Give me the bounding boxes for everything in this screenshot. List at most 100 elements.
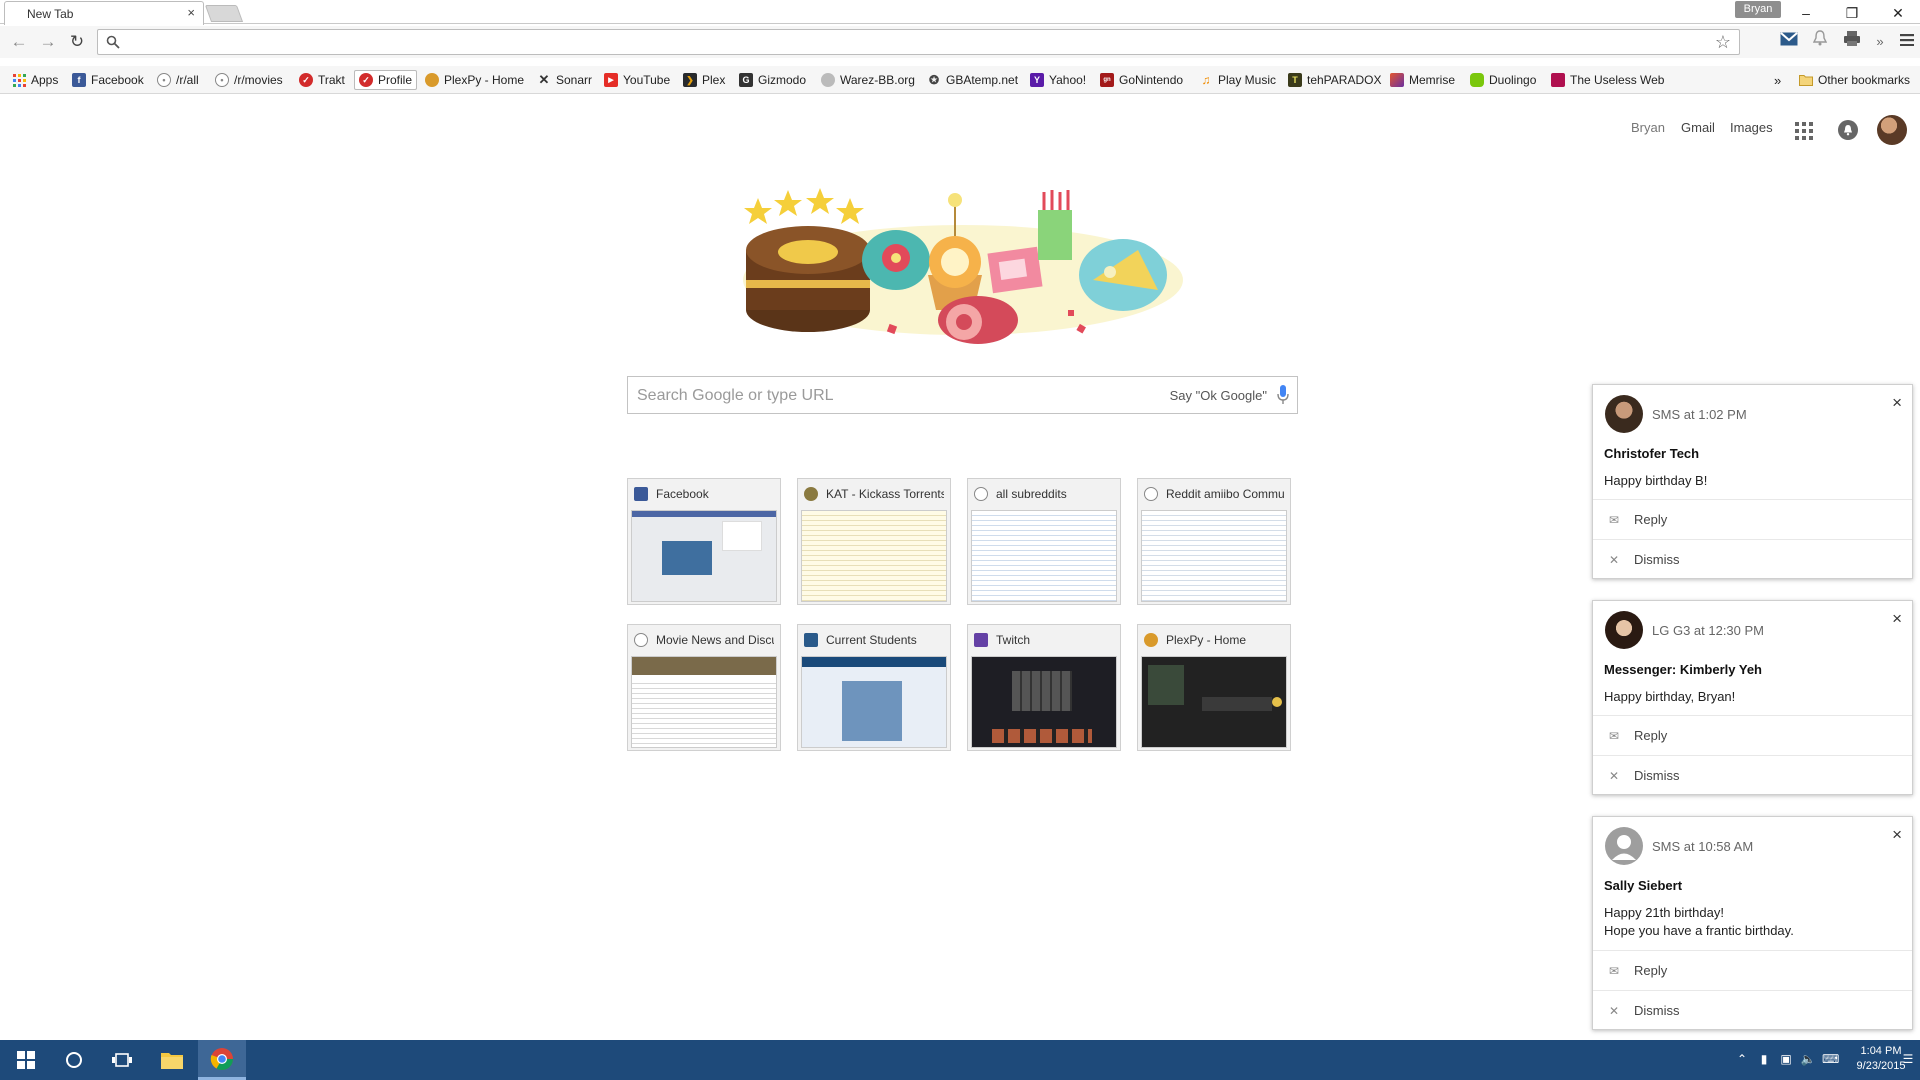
most-visited-tile-movie-news[interactable]: Movie News and Discussion	[627, 624, 781, 751]
close-icon[interactable]: ×	[1892, 609, 1902, 629]
tile-title: KAT - Kickass Torrents	[826, 487, 944, 501]
google-apps-icon[interactable]	[1795, 122, 1813, 140]
bookmark-r-movies[interactable]: • /r/movies	[215, 70, 283, 90]
notification-card: SMS at 10:58 AM × Sally Siebert Happy 21…	[1592, 816, 1913, 1030]
notification-bell-icon[interactable]	[1808, 30, 1832, 54]
new-tab-button[interactable]	[204, 5, 244, 22]
most-visited-tile-facebook[interactable]: Facebook	[627, 478, 781, 605]
trakt-icon: ✓	[359, 73, 373, 87]
tile-title: Current Students	[826, 633, 917, 647]
dismiss-button[interactable]: ✕ Dismiss	[1593, 990, 1912, 1030]
bookmark-duolingo[interactable]: Duolingo	[1470, 70, 1536, 90]
tile-thumbnail	[801, 510, 947, 602]
facebook-icon: f	[72, 73, 86, 87]
dismiss-icon: ✕	[1609, 553, 1620, 567]
bookmarks-overflow-button[interactable]: »	[1774, 70, 1781, 90]
notification-card: SMS at 1:02 PM × Christofer Tech Happy b…	[1592, 384, 1913, 579]
bookmark-play-music[interactable]: ♫ Play Music	[1199, 70, 1277, 90]
action-center-icon[interactable]: ☰	[1900, 1052, 1916, 1068]
close-icon[interactable]: ×	[1892, 393, 1902, 413]
bookmark-label: Warez-BB.org	[840, 73, 915, 87]
tile-title: Twitch	[996, 633, 1031, 647]
cortana-search-icon[interactable]	[50, 1040, 98, 1080]
reply-icon: ✉	[1609, 513, 1620, 527]
bookmark-apps[interactable]: Apps	[12, 70, 58, 90]
tab-close-icon[interactable]: ×	[187, 5, 195, 20]
close-window-icon[interactable]: ✕	[1880, 2, 1916, 24]
most-visited-tile-plexpy-home[interactable]: PlexPy - Home	[1137, 624, 1291, 751]
bookmark-tehparadox[interactable]: TtehPARADOX	[1288, 70, 1381, 90]
restore-icon[interactable]: ❐	[1834, 2, 1870, 24]
bookmark-label: Gizmodo	[758, 73, 807, 87]
extensions-overflow-icon[interactable]: »	[1868, 30, 1892, 54]
back-arrow-icon[interactable]: ←	[8, 31, 30, 53]
bookmark-plex[interactable]: ❯ Plex	[683, 70, 725, 90]
tile-thumbnail	[801, 656, 947, 748]
bookmark-youtube[interactable]: ▶ YouTube	[604, 70, 670, 90]
gmail-link[interactable]: Gmail	[1681, 120, 1715, 135]
most-visited-tile-all-subreddits[interactable]: all subreddits	[967, 478, 1121, 605]
images-link[interactable]: Images	[1730, 120, 1773, 135]
forward-arrow-icon[interactable]: →	[37, 31, 59, 53]
bookmark-star-icon[interactable]: ☆	[1715, 32, 1731, 53]
tab-new-tab[interactable]: New Tab ×	[4, 1, 204, 25]
most-visited-tile-twitch[interactable]: Twitch	[967, 624, 1121, 751]
volume-icon[interactable]: 🔈	[1800, 1052, 1816, 1068]
network-icon[interactable]: ▣	[1778, 1052, 1794, 1068]
bookmark-facebook[interactable]: f Facebook	[72, 70, 144, 90]
folder-icon	[1799, 73, 1813, 87]
tray-chevron-up-icon[interactable]: ⌃	[1734, 1052, 1750, 1068]
birthday-doodle[interactable]	[738, 180, 1184, 350]
notification-sender: Sally Siebert	[1604, 878, 1683, 893]
dismiss-button[interactable]: ✕ Dismiss	[1593, 755, 1912, 795]
bookmark-profile[interactable]: ✓ Profile	[354, 70, 418, 90]
bookmark-gbatemp[interactable]: ✪ GBAtemp.net	[927, 70, 1018, 90]
gmail-extension-icon[interactable]	[1777, 30, 1801, 54]
bookmark-sonarr[interactable]: ✕ Sonarr	[537, 70, 592, 90]
account-avatar[interactable]	[1877, 115, 1907, 145]
keyboard-icon[interactable]: ⌨	[1822, 1052, 1839, 1068]
tile-title: PlexPy - Home	[1166, 633, 1247, 647]
bookmark-yahoo[interactable]: Y Yahoo!	[1030, 70, 1086, 90]
bookmark-r-all[interactable]: • /r/all	[157, 70, 199, 90]
search-placeholder: Search Google or type URL	[637, 387, 834, 404]
battery-icon[interactable]: ▮	[1756, 1052, 1772, 1068]
bookmark-plexpy-home[interactable]: PlexPy - Home	[425, 70, 524, 90]
profile-button[interactable]: Bryan	[1735, 1, 1781, 18]
notification-card: LG G3 at 12:30 PM × Messenger: Kimberly …	[1592, 600, 1913, 795]
bookmark-trakt[interactable]: ✓ Trakt	[299, 70, 345, 90]
minimize-icon[interactable]: –	[1788, 2, 1824, 24]
most-visited-tile-current-students[interactable]: Current Students	[797, 624, 951, 751]
reply-button[interactable]: ✉ Reply	[1593, 950, 1912, 990]
most-visited-tile-reddit-amiibo[interactable]: Reddit amiibo Community	[1137, 478, 1291, 605]
plexpy-icon	[1144, 633, 1158, 647]
dismiss-button[interactable]: ✕ Dismiss	[1593, 539, 1912, 579]
reply-button[interactable]: ✉ Reply	[1593, 499, 1912, 539]
most-visited-tile-kat[interactable]: KAT - Kickass Torrents	[797, 478, 951, 605]
printer-extension-icon[interactable]	[1840, 30, 1864, 54]
bookmark-the-useless-web[interactable]: The Useless Web	[1551, 70, 1664, 90]
reload-icon[interactable]: ↻	[66, 31, 88, 53]
close-icon[interactable]: ×	[1892, 825, 1902, 845]
google-notifications-icon[interactable]	[1838, 120, 1858, 140]
tehparadox-icon: T	[1288, 73, 1302, 87]
task-view-icon[interactable]	[98, 1040, 146, 1080]
file-explorer-icon[interactable]	[148, 1040, 196, 1080]
menu-icon[interactable]	[1895, 30, 1919, 54]
microphone-icon[interactable]	[1277, 385, 1289, 405]
notification-source: SMS at 10:58 AM	[1652, 839, 1754, 854]
other-bookmarks-folder[interactable]: Other bookmarks	[1799, 70, 1910, 90]
windows-start-icon[interactable]	[2, 1040, 50, 1080]
reply-button[interactable]: ✉ Reply	[1593, 715, 1912, 755]
reddit-icon: •	[157, 73, 171, 87]
bookmark-memrise[interactable]: Memrise	[1390, 70, 1455, 90]
address-bar[interactable]: ☆	[97, 29, 1740, 55]
tile-thumbnail	[1141, 656, 1287, 748]
bookmark-gizmodo[interactable]: G Gizmodo	[739, 70, 806, 90]
bookmark-gonintendo[interactable]: gn GoNintendo	[1100, 70, 1183, 90]
chrome-taskbar-icon[interactable]	[198, 1040, 246, 1080]
bookmark-warez-bb[interactable]: Warez-BB.org	[821, 70, 915, 90]
google-user-link[interactable]: Bryan	[1631, 120, 1665, 135]
youtube-icon: ▶	[604, 73, 618, 87]
search-box[interactable]: Search Google or type URL Say "Ok Google…	[627, 376, 1298, 414]
